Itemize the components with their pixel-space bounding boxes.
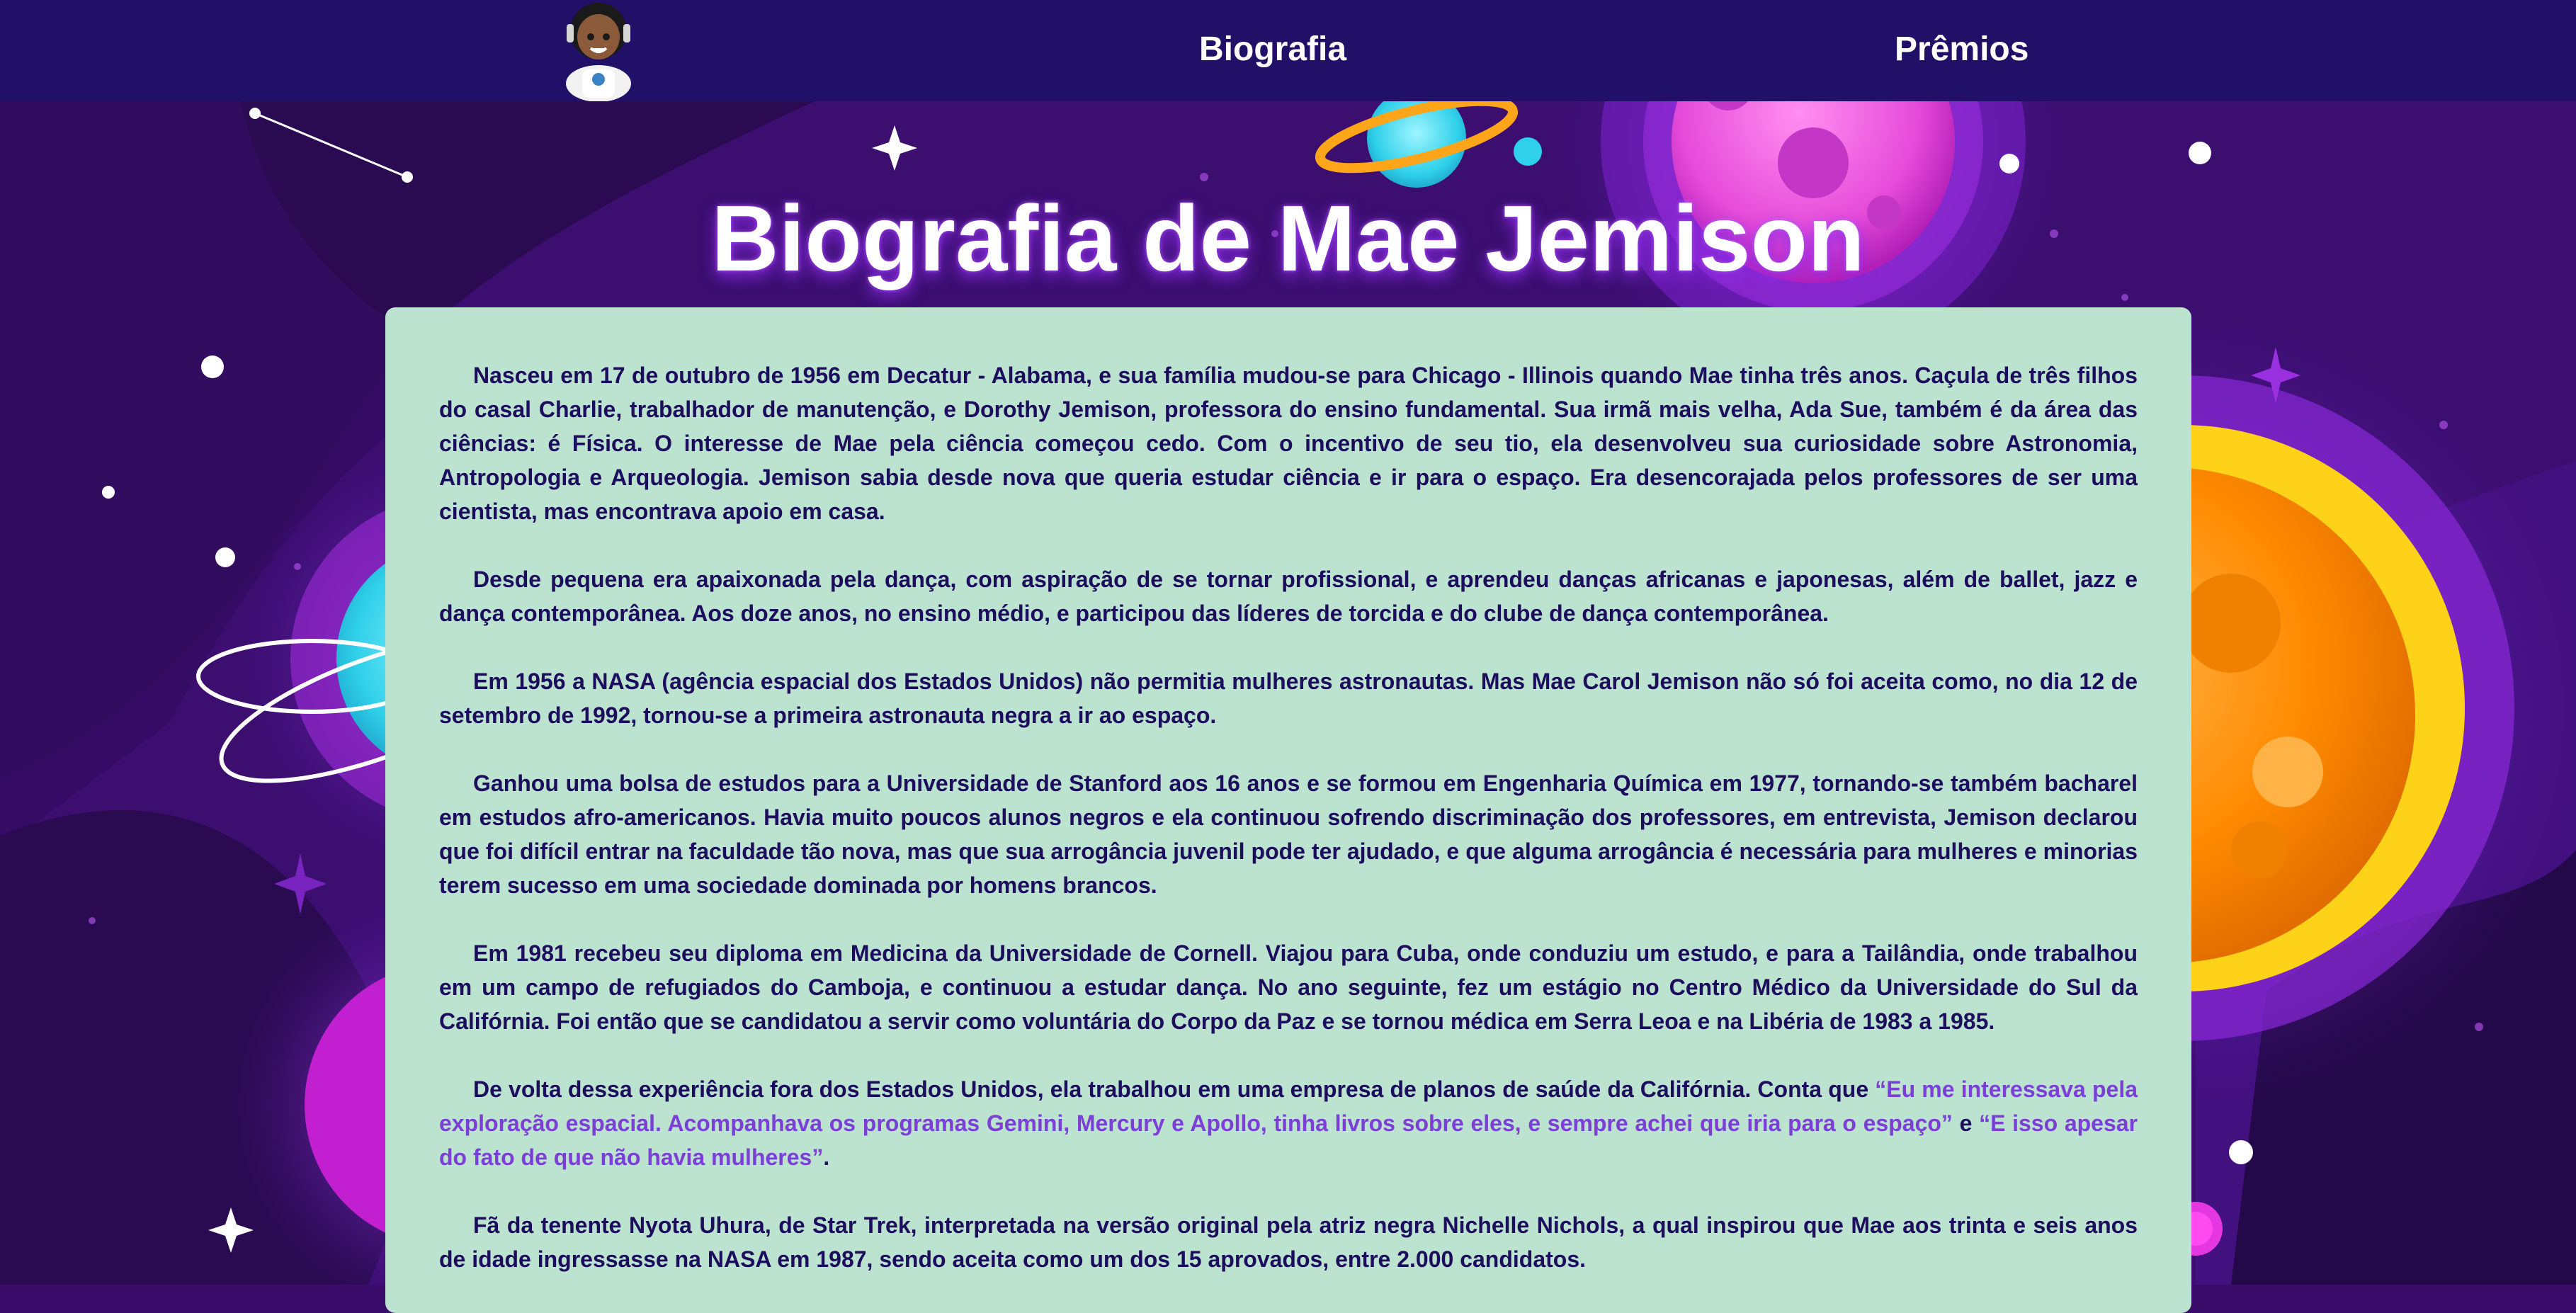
astronaut-avatar-icon[interactable] <box>560 0 637 101</box>
bio-paragraph-1: Nasceu em 17 de outubro de 1956 em Decat… <box>439 363 2138 524</box>
nav-link-biografia[interactable]: Biografia <box>1199 24 1346 75</box>
biography-text: Nasceu em 17 de outubro de 1956 em Decat… <box>439 358 2138 1310</box>
bio-paragraph-4: Ganhou uma bolsa de estudos para a Unive… <box>439 771 2138 898</box>
bio-paragraph-2: Desde pequena era apaixonada pela dança,… <box>439 567 2138 626</box>
bio-paragraph-6: De volta dessa experiência fora dos Esta… <box>439 1072 2138 1174</box>
bio-paragraph-6-mid: e <box>1952 1110 1980 1136</box>
page-title: Biografia de Mae Jemison <box>711 186 1865 290</box>
bio-paragraph-6-end: . <box>823 1144 830 1170</box>
bio-paragraph-3: Em 1956 a NASA (agência espacial dos Est… <box>439 669 2138 728</box>
bio-paragraph-6-intro: De volta dessa experiência fora dos Esta… <box>473 1076 1876 1102</box>
nav-link-premios[interactable]: Prêmios <box>1895 24 2029 75</box>
bio-paragraph-7: Fã da tenente Nyota Uhura, de Star Trek,… <box>439 1212 2138 1272</box>
biography-card: Nasceu em 17 de outubro de 1956 em Decat… <box>385 307 2191 1313</box>
bio-paragraph-5: Em 1981 recebeu seu diploma em Medicina … <box>439 940 2138 1034</box>
top-navbar: Biografia Prêmios <box>0 0 2576 101</box>
